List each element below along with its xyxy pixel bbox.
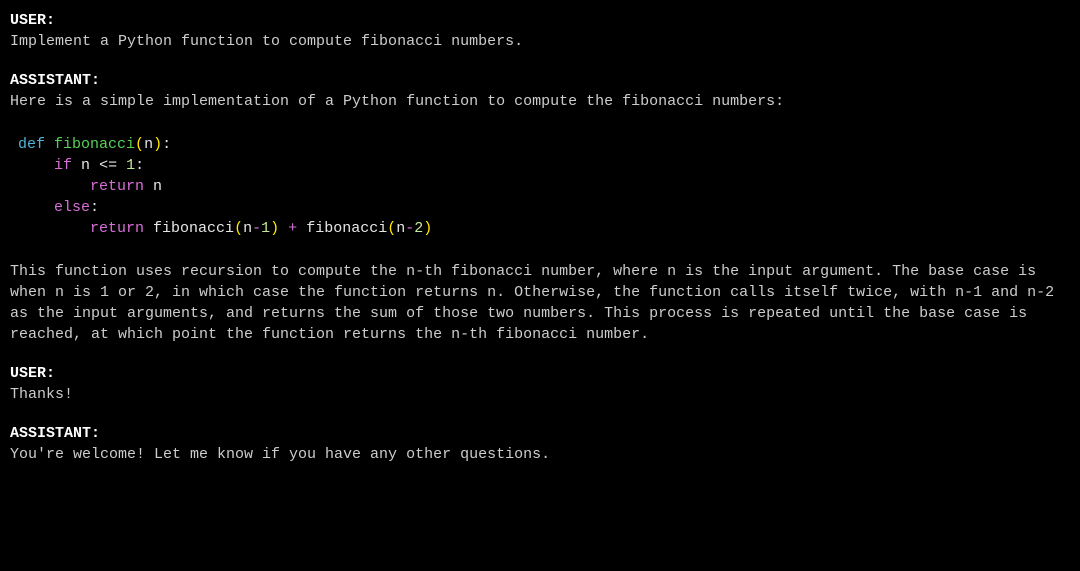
code-paren: ) [270,220,279,237]
code-keyword-return: return [90,220,144,237]
message-text: You're welcome! Let me know if you have … [10,444,1070,465]
code-paren: ( [387,220,396,237]
code-param: n [144,136,153,153]
code-var: n [396,220,405,237]
code-paren: ) [423,220,432,237]
message-text: Thanks! [10,384,1070,405]
code-paren: ( [234,220,243,237]
code-number: 2 [414,220,423,237]
code-number: 1 [126,157,135,174]
chat-turn-user-1: USER: Implement a Python function to com… [10,10,1070,52]
code-keyword-if: if [54,157,72,174]
code-keyword-else: else [54,199,90,216]
code-operator: - [405,220,414,237]
code-var: n [153,178,162,195]
chat-turn-user-2: USER: Thanks! [10,363,1070,405]
code-function-name: fibonacci [54,136,135,153]
role-label: ASSISTANT: [10,423,1070,444]
code-function-call: fibonacci [306,220,387,237]
role-label: USER: [10,363,1070,384]
chat-turn-assistant-1: ASSISTANT: Here is a simple implementati… [10,70,1070,345]
code-paren: ( [135,136,144,153]
code-block: def fibonacci(n): if n <= 1: return n el… [18,134,1070,239]
message-text-after: This function uses recursion to compute … [10,261,1070,345]
code-keyword-def: def [18,136,45,153]
chat-turn-assistant-2: ASSISTANT: You're welcome! Let me know i… [10,423,1070,465]
code-operator: <= [99,157,117,174]
code-paren: ) [153,136,162,153]
role-label: ASSISTANT: [10,70,1070,91]
code-var: n [243,220,252,237]
code-keyword-return: return [90,178,144,195]
role-label: USER: [10,10,1070,31]
message-text-before: Here is a simple implementation of a Pyt… [10,91,1070,112]
code-var: n [81,157,90,174]
code-number: 1 [261,220,270,237]
message-text: Implement a Python function to compute f… [10,31,1070,52]
code-operator: + [288,220,297,237]
code-function-call: fibonacci [153,220,234,237]
code-operator: - [252,220,261,237]
